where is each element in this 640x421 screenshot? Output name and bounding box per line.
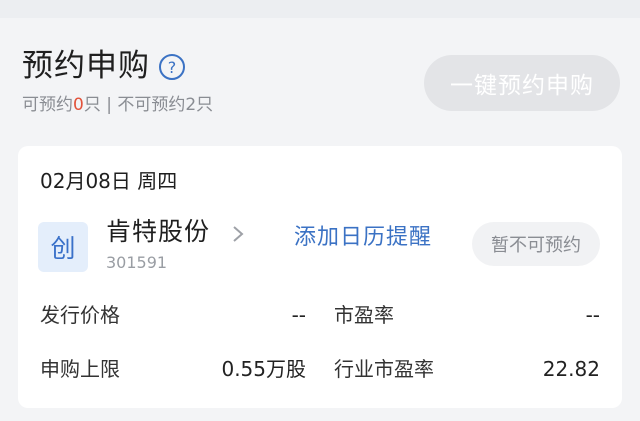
pe-ratio-value: -- xyxy=(585,303,600,327)
top-strip xyxy=(0,0,640,18)
card-date: 02月08日 周四 xyxy=(40,169,178,193)
ipo-card: 02月08日 周四 创 肯特股份 301591 添加日历提醒 暂不可预约 发行价… xyxy=(18,146,622,408)
stock-code: 301591 xyxy=(106,253,168,272)
industry-pe-value: 22.82 xyxy=(542,357,600,381)
available-count: 0 xyxy=(73,95,84,115)
status-not-available-button[interactable]: 暂不可预约 xyxy=(472,222,600,266)
issue-price-label: 发行价格 xyxy=(40,303,120,327)
add-calendar-reminder-link[interactable]: 添加日历提醒 xyxy=(294,224,432,252)
stock-name-link[interactable]: 肯特股份 xyxy=(106,216,210,248)
chevron-right-icon[interactable] xyxy=(231,224,245,244)
subscription-limit-value: 0.55万股 xyxy=(221,357,306,381)
industry-pe-label: 行业市盈率 xyxy=(334,357,434,381)
help-icon[interactable]: ? xyxy=(158,53,186,81)
svg-text:?: ? xyxy=(168,58,177,77)
summary-suffix: 只 | 不可预约2只 xyxy=(83,95,214,115)
subscription-limit-label: 申购上限 xyxy=(40,357,120,381)
pe-ratio-label: 市盈率 xyxy=(334,303,394,327)
page-title: 预约申购 xyxy=(22,48,150,84)
issue-price-value: -- xyxy=(291,303,306,327)
chinext-badge: 创 xyxy=(38,222,88,272)
summary-prefix: 可预约 xyxy=(22,95,73,115)
one-key-subscribe-button[interactable]: 一键预约申购 xyxy=(424,55,620,111)
subscription-summary: 可预约0只 | 不可预约2只 xyxy=(22,94,213,116)
